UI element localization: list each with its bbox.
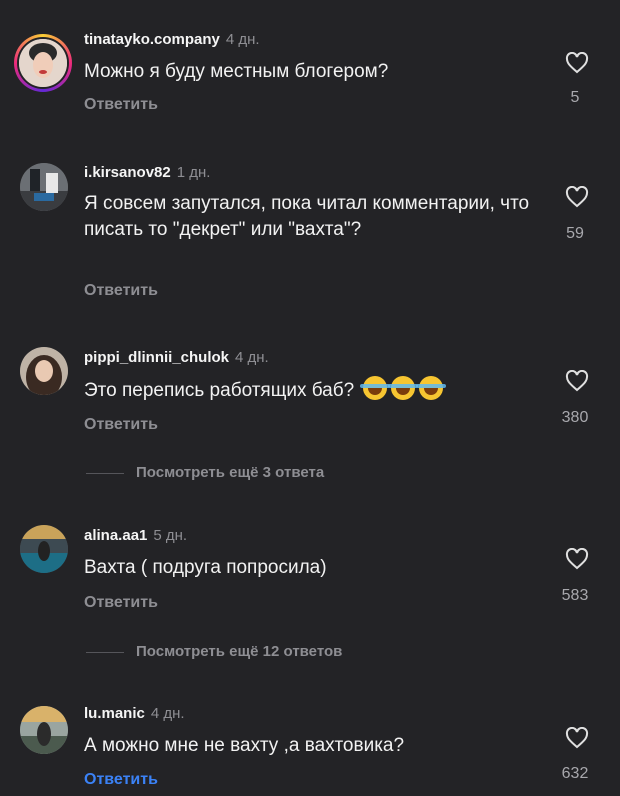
comment-text-content: Это перепись работящих баб? [84, 380, 355, 401]
view-more-label: Посмотреть ещё 3 ответа [136, 464, 325, 481]
comment-meta: i.kirsanov82 1 дн. [84, 164, 210, 181]
divider [86, 651, 124, 653]
reply-button[interactable]: Ответить [84, 771, 158, 789]
username[interactable]: i.kirsanov82 [84, 164, 171, 181]
laughing-tears-emoji [360, 376, 391, 400]
timestamp: 1 дн. [176, 164, 211, 181]
avatar[interactable] [20, 706, 68, 754]
like-count: 59 [566, 225, 584, 242]
heart-outline-icon[interactable] [565, 370, 589, 392]
avatar-photo [20, 163, 68, 211]
reply-button[interactable]: Ответить [84, 282, 158, 300]
like-count: 583 [561, 587, 589, 604]
like-count: 632 [561, 765, 589, 782]
avatar-photo [20, 706, 68, 754]
avatar-photo [20, 525, 68, 573]
comment-text: Это перепись работящих баб? [84, 376, 534, 404]
comment-text: Можно я буду местным блогером? [84, 61, 389, 82]
timestamp: 4 дн. [150, 705, 185, 722]
reply-button[interactable]: Ответить [84, 416, 158, 434]
heart-outline-icon[interactable] [565, 548, 589, 570]
heart-outline-icon[interactable] [565, 727, 589, 749]
avatar[interactable] [20, 525, 68, 573]
view-more-label: Посмотреть ещё 12 ответов [136, 643, 343, 660]
laughing-tears-emoji [388, 376, 419, 400]
comment-meta: tinatayko.company 4 дн. [84, 31, 260, 48]
username[interactable]: tinatayko.company [84, 31, 220, 48]
laughing-tears-emoji [416, 376, 447, 400]
heart-outline-icon[interactable] [565, 52, 589, 74]
timestamp: 4 дн. [235, 349, 269, 366]
comment-meta: lu.manic 4 дн. [84, 705, 185, 722]
avatar-photo [19, 39, 67, 87]
avatar[interactable] [14, 34, 72, 92]
view-more-replies[interactable]: Посмотреть ещё 12 ответов [86, 643, 342, 660]
comment-text: А можно мне не вахту ,а вахтовика? [84, 735, 405, 756]
timestamp: 5 дн. [153, 527, 188, 544]
username[interactable]: alina.aa1 [84, 527, 147, 544]
comment-meta: alina.aa1 5 дн. [84, 527, 187, 544]
avatar-photo [20, 347, 68, 395]
reply-button[interactable]: Ответить [84, 96, 158, 114]
comment-text: Я совсем запутался, пока читал комментар… [84, 193, 530, 240]
avatar[interactable] [20, 347, 68, 395]
view-more-replies[interactable]: Посмотреть ещё 3 ответа [86, 464, 324, 481]
username[interactable]: pippi_dlinnii_chulok [84, 349, 229, 366]
comment-meta: pippi_dlinnii_chulok 4 дн. [84, 349, 269, 366]
comment-text: Вахта ( подруга попросила) [84, 557, 327, 578]
heart-outline-icon[interactable] [565, 186, 589, 208]
divider [86, 472, 124, 474]
timestamp: 4 дн. [225, 31, 260, 48]
like-count: 380 [561, 409, 589, 426]
avatar[interactable] [20, 163, 68, 211]
like-count: 5 [570, 89, 580, 106]
username[interactable]: lu.manic [84, 705, 145, 722]
reply-button[interactable]: Ответить [84, 594, 158, 612]
